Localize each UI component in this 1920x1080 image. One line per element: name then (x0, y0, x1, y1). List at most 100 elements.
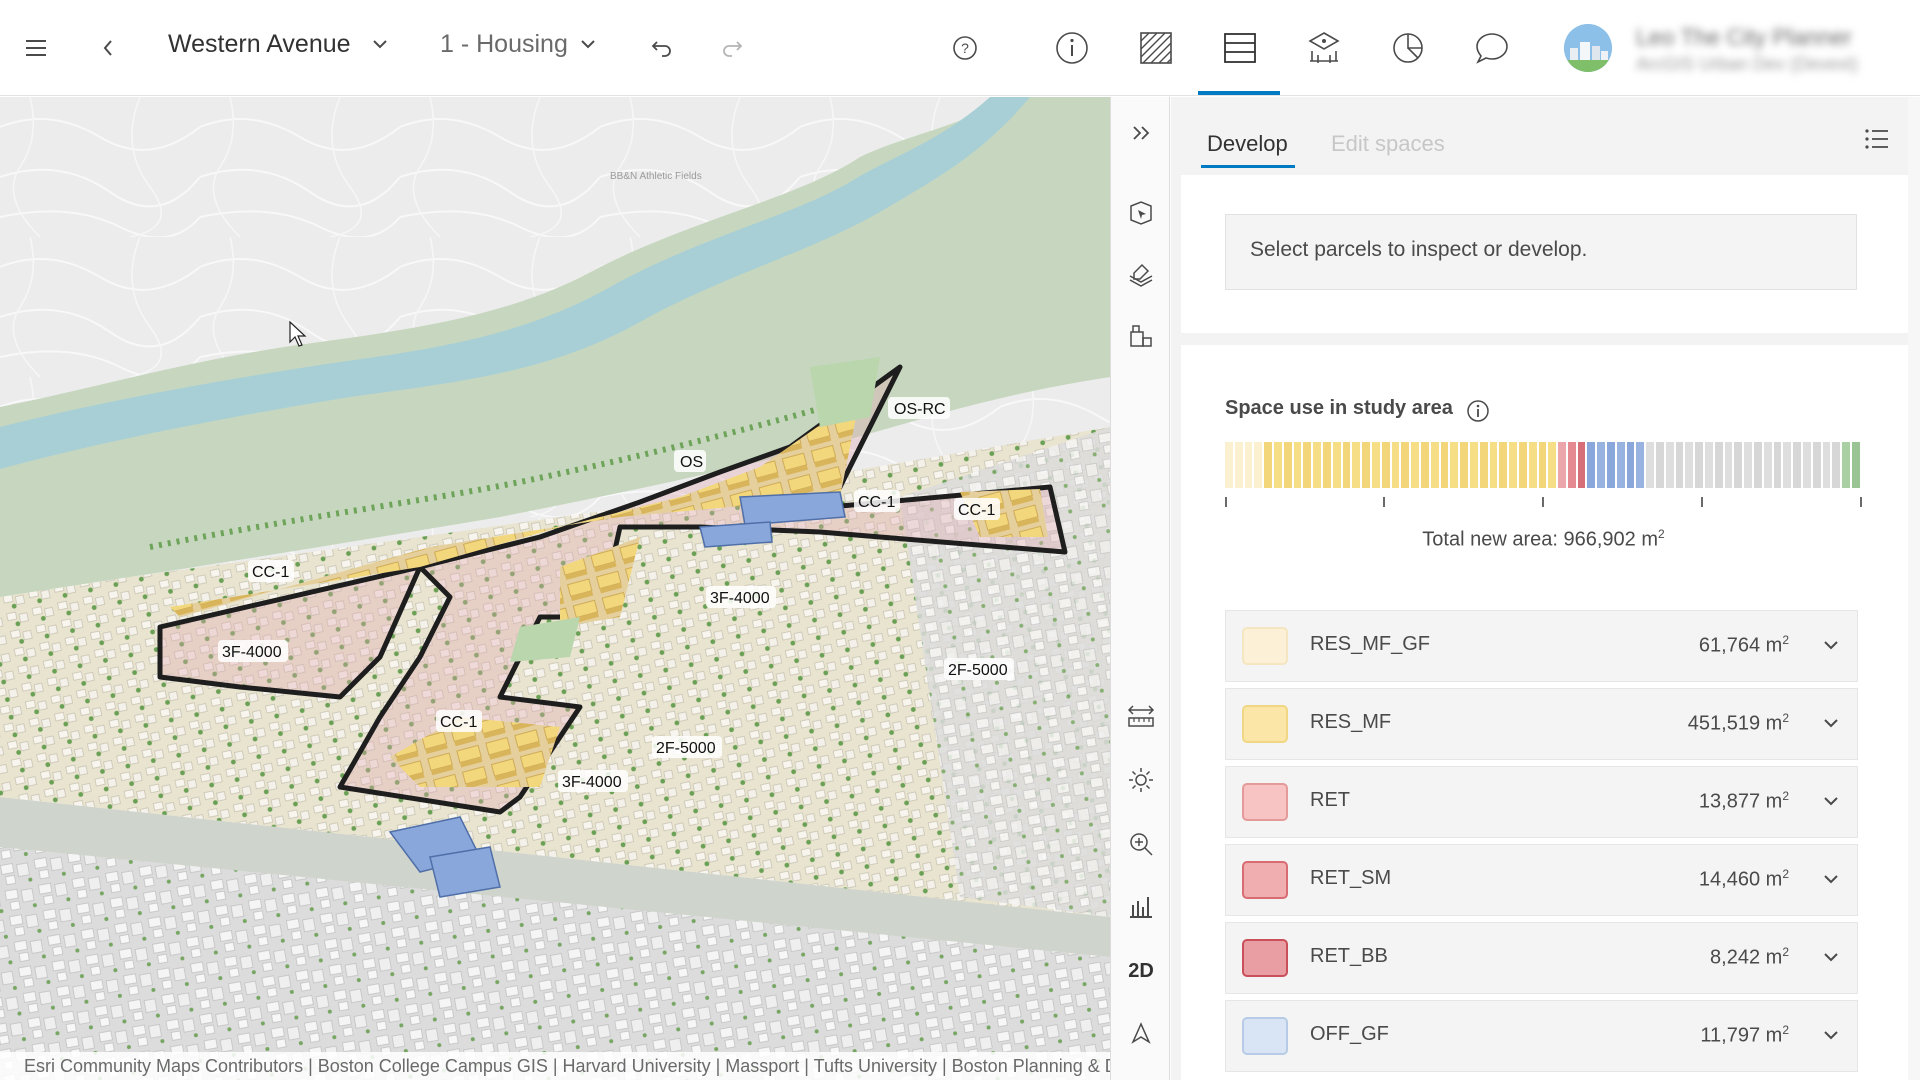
expand-chevron-down-icon[interactable] (1823, 715, 1839, 733)
space-use-bar-segment (1450, 442, 1459, 488)
layers-edit-icon[interactable] (1117, 251, 1165, 299)
pie-chart-icon[interactable] (1384, 24, 1432, 72)
expand-chevron-down-icon[interactable] (1823, 949, 1839, 967)
space-use-name: RES_MF_GF (1310, 633, 1431, 655)
expand-chevron-down-icon[interactable] (1823, 1027, 1839, 1045)
zone-label-os-rc: OS-RC (888, 397, 950, 419)
view-2d-toggle[interactable]: 2D (1117, 947, 1165, 995)
map-view[interactable]: OS-RC OS CC-1 CC-1 CC-1 3F-4000 3F-4000 … (0, 97, 1110, 1080)
space-use-info-icon[interactable] (1466, 399, 1490, 423)
zone-label-3f-4000-c: 3F-4000 (558, 770, 628, 792)
info-icon[interactable] (1048, 24, 1096, 72)
svg-text:CC-1: CC-1 (252, 564, 289, 581)
svg-text:2F-5000: 2F-5000 (948, 662, 1008, 679)
space-use-value: 8,242 m2 (1710, 945, 1789, 969)
list-view-icon[interactable] (1857, 119, 1897, 159)
undo-icon[interactable] (638, 24, 686, 72)
space-use-bar-segment (1577, 442, 1586, 488)
measure-icon[interactable] (1117, 692, 1165, 740)
space-use-bar-segment (1783, 442, 1792, 488)
expand-chevron-down-icon[interactable] (1823, 793, 1839, 811)
space-use-bar-segment (1225, 442, 1233, 488)
space-use-bar-segment (1460, 442, 1468, 488)
space-use-bar-segment (1283, 442, 1292, 488)
develop-panel: Develop Edit spaces Select parcels to in… (1171, 97, 1920, 1080)
space-use-row[interactable]: RET_BB 8,242 m2 (1225, 922, 1858, 994)
capacity-chart-icon[interactable] (1117, 882, 1165, 930)
app-header: Western Avenue 1 - Housing ? Leo The Cit… (0, 0, 1920, 96)
sun-shadow-icon[interactable] (1117, 756, 1165, 804)
space-use-row[interactable]: RES_MF 451,519 m2 (1225, 688, 1858, 760)
space-use-bar-segment (1793, 442, 1802, 488)
space-use-swatch (1242, 705, 1288, 743)
active-tab-indicator (1198, 91, 1280, 95)
comments-icon[interactable] (1468, 24, 1516, 72)
zoom-search-icon[interactable] (1117, 820, 1165, 868)
select-parcels-notice: Select parcels to inspect or develop. (1225, 214, 1857, 290)
layers-table-icon[interactable] (1216, 24, 1264, 72)
dashboard-icon[interactable] (1300, 24, 1348, 72)
space-use-bar-segment (1264, 442, 1272, 488)
building-tools-icon[interactable] (1117, 311, 1165, 359)
map-scene[interactable]: OS-RC OS CC-1 CC-1 CC-1 3F-4000 3F-4000 … (0, 97, 1110, 1080)
space-use-bar-segment (1509, 442, 1517, 488)
space-use-bar-segment (1411, 442, 1419, 488)
space-use-name: RET_BB (1310, 945, 1388, 967)
space-use-bar-segment (1626, 442, 1635, 488)
space-use-bar[interactable] (1225, 442, 1862, 488)
space-use-row[interactable]: RET 13,877 m2 (1225, 766, 1858, 838)
space-use-value: 451,519 m2 (1687, 711, 1789, 735)
zoning-hatch-icon[interactable] (1132, 24, 1180, 72)
space-use-row[interactable]: RET_SM 14,460 m2 (1225, 844, 1858, 916)
zone-label-cc-1-b: CC-1 (954, 498, 1000, 520)
total-new-area: Total new area: 966,902 m2 (1422, 527, 1665, 551)
space-use-swatch (1242, 939, 1288, 977)
space-use-bar-segment (1852, 442, 1860, 488)
space-use-bar-segment (1734, 442, 1743, 488)
space-use-bar-segment (1597, 442, 1606, 488)
expand-chevron-down-icon[interactable] (1823, 637, 1839, 655)
space-use-bar-segment (1430, 442, 1439, 488)
space-use-swatch (1242, 1017, 1288, 1055)
user-org: ArcGIS Urban Dev (Devext) (1636, 54, 1859, 74)
space-use-value: 13,877 m2 (1698, 789, 1789, 813)
space-use-row[interactable]: RES_MF_GF 61,764 m2 (1225, 610, 1858, 682)
panel-scrollbar[interactable] (1908, 97, 1920, 1080)
zone-label-os: OS (674, 450, 706, 472)
scenario-title[interactable]: Western Avenue (168, 30, 351, 59)
compass-icon[interactable] (1117, 1009, 1165, 1057)
space-use-bar-segment (1381, 442, 1390, 488)
space-use-bar-segment (1352, 442, 1361, 488)
collapse-panel-icon[interactable] (1117, 109, 1165, 157)
scenario-chevron-down-icon[interactable] (372, 36, 388, 54)
space-use-bar-segment (1342, 442, 1351, 488)
help-icon[interactable]: ? (941, 24, 989, 72)
zone-label-2f-5000-b: 2F-5000 (652, 736, 722, 758)
space-use-bar-segment (1440, 442, 1449, 488)
user-avatar[interactable] (1564, 24, 1612, 72)
zone-label-cc-1-d: CC-1 (436, 710, 482, 732)
tab-develop[interactable]: Develop (1207, 131, 1288, 157)
menu-icon[interactable] (12, 24, 60, 72)
svg-text:BB&N Athletic Fields: BB&N Athletic Fields (610, 171, 702, 182)
space-use-row[interactable]: OFF_GF 11,797 m2 (1225, 1000, 1858, 1072)
back-icon[interactable] (84, 24, 132, 72)
zone-label-2f-5000-a: 2F-5000 (944, 658, 1014, 680)
select-parcels-icon[interactable] (1117, 189, 1165, 237)
open-space-2 (810, 357, 880, 427)
space-use-bar-segment (1371, 442, 1380, 488)
space-use-value: 14,460 m2 (1698, 867, 1789, 891)
space-use-name: RET (1310, 789, 1350, 811)
expand-chevron-down-icon[interactable] (1823, 871, 1839, 889)
tab-edit-spaces[interactable]: Edit spaces (1331, 131, 1445, 157)
space-use-bar-segment (1469, 442, 1478, 488)
svg-text:3F-4000: 3F-4000 (222, 644, 282, 661)
plan-chevron-down-icon[interactable] (580, 36, 596, 54)
redo-icon[interactable] (708, 24, 756, 72)
office-building-2 (429, 846, 501, 898)
plan-selector[interactable]: 1 - Housing (440, 30, 568, 59)
user-name[interactable]: Leo The City Planner (1636, 24, 1852, 51)
space-use-bar-segment (1832, 442, 1841, 488)
space-use-bar-segment (1685, 442, 1694, 488)
space-use-bar-segment (1332, 442, 1341, 488)
